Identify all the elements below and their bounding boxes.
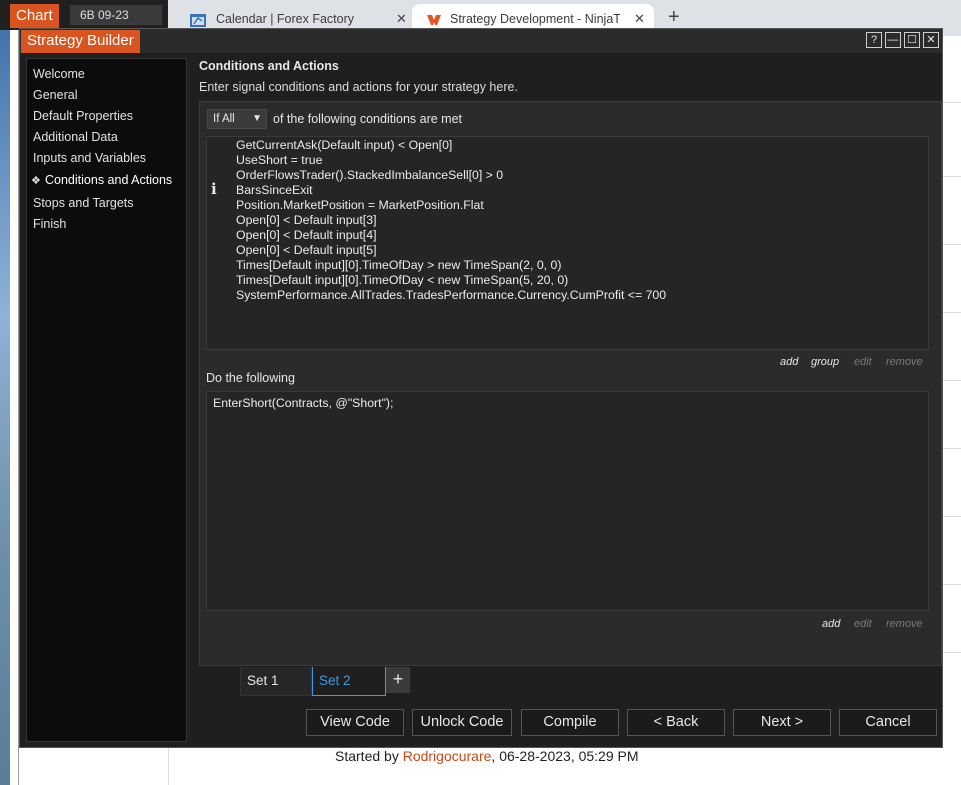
dialog-titlebar[interactable]: Strategy Builder ? — ☐ ✕ <box>20 29 942 53</box>
info-icon: i <box>211 180 217 198</box>
forum-thread-started-by: Started by Rodrigocurare, 06-28-2023, 05… <box>335 748 639 764</box>
remove-condition-link[interactable]: remove <box>886 356 923 368</box>
author-link[interactable]: Rodrigocurare <box>403 748 492 764</box>
started-by-date: , 06-28-2023, 05:29 PM <box>491 748 639 764</box>
condition-match-label: of the following conditions are met <box>273 112 462 126</box>
sidebar-item-stops-and-targets[interactable]: Stops and Targets <box>33 196 134 210</box>
compile-button[interactable]: Compile <box>521 709 619 736</box>
chevron-down-icon: ▼ <box>252 113 262 124</box>
condition-match-value: If All <box>213 113 235 125</box>
ninjatrader-icon <box>427 15 441 25</box>
chart-tab[interactable]: Chart <box>10 4 59 28</box>
condition-item[interactable]: Open[0] < Default input[5] <box>236 243 666 258</box>
sidebar-item-finish[interactable]: Finish <box>33 217 66 231</box>
sidebar-item-conditions-and-actions[interactable]: ❖ Conditions and Actions <box>31 173 172 187</box>
action-actions-row: add edit remove <box>200 618 943 632</box>
minimize-button[interactable]: — <box>885 32 901 48</box>
close-dialog-button[interactable]: ✕ <box>923 32 939 48</box>
desktop-background <box>0 0 10 785</box>
add-set-button[interactable]: + <box>386 667 410 693</box>
dialog-title: Strategy Builder <box>21 30 140 53</box>
calendar-icon <box>190 14 206 27</box>
background-window-edge <box>10 28 19 785</box>
sidebar-item-inputs-and-variables[interactable]: Inputs and Variables <box>33 151 146 165</box>
started-by-prefix: Started by <box>335 748 403 764</box>
condition-item[interactable]: Open[0] < Default input[3] <box>236 213 666 228</box>
unlock-code-button[interactable]: Unlock Code <box>412 709 512 736</box>
tab-set-1[interactable]: Set 1 <box>240 667 312 696</box>
page-description: Enter signal conditions and actions for … <box>199 80 518 94</box>
set-panel: If All ▼ of the following conditions are… <box>199 101 942 666</box>
wizard-sidebar: Welcome General Default Properties Addit… <box>26 58 187 742</box>
edit-action-link[interactable]: edit <box>854 618 872 630</box>
help-button[interactable]: ? <box>866 32 882 48</box>
sidebar-item-label: Conditions and Actions <box>45 173 173 187</box>
conditions-list: GetCurrentAsk(Default input) < Open[0] U… <box>236 138 666 303</box>
current-step-icon: ❖ <box>31 175 41 187</box>
condition-item[interactable]: SystemPerformance.AllTrades.TradesPerfor… <box>236 288 666 303</box>
action-item[interactable]: EnterShort(Contracts, @"Short"); <box>213 396 393 410</box>
back-button[interactable]: < Back <box>627 709 725 736</box>
condition-item[interactable]: OrderFlowsTrader().StackedImbalanceSell[… <box>236 168 666 183</box>
add-condition-link[interactable]: add <box>780 356 798 368</box>
conditions-box[interactable]: i GetCurrentAsk(Default input) < Open[0]… <box>206 136 929 350</box>
cancel-button[interactable]: Cancel <box>839 709 937 736</box>
condition-item[interactable]: Times[Default input][0].TimeOfDay < new … <box>236 273 666 288</box>
tab-set-2[interactable]: Set 2 <box>312 667 386 696</box>
condition-item[interactable]: Times[Default input][0].TimeOfDay > new … <box>236 258 666 273</box>
actions-box[interactable]: EnterShort(Contracts, @"Short"); <box>206 391 929 611</box>
condition-item[interactable]: BarsSinceExit <box>236 183 666 198</box>
condition-match-select[interactable]: If All ▼ <box>207 109 267 129</box>
sidebar-item-welcome[interactable]: Welcome <box>33 67 85 81</box>
main-content: Conditions and Actions Enter signal cond… <box>199 59 942 739</box>
condition-actions-row: add group edit remove <box>200 356 943 370</box>
add-action-link[interactable]: add <box>822 618 840 630</box>
sidebar-item-additional-data[interactable]: Additional Data <box>33 130 118 144</box>
strategy-builder-dialog: Strategy Builder ? — ☐ ✕ Welcome General… <box>19 28 943 748</box>
edit-condition-link[interactable]: edit <box>854 356 872 368</box>
condition-item[interactable]: GetCurrentAsk(Default input) < Open[0] <box>236 138 666 153</box>
view-code-button[interactable]: View Code <box>306 709 404 736</box>
condition-item[interactable]: Position.MarketPosition = MarketPosition… <box>236 198 666 213</box>
maximize-button[interactable]: ☐ <box>904 32 920 48</box>
next-button[interactable]: Next > <box>733 709 831 736</box>
chart-topbar: Chart 6B 09-23 <box>0 0 168 30</box>
do-the-following-label: Do the following <box>206 371 295 385</box>
condition-item[interactable]: UseShort = true <box>236 153 666 168</box>
new-tab-button[interactable]: + <box>668 6 680 29</box>
sidebar-item-default-properties[interactable]: Default Properties <box>33 109 133 123</box>
page-title: Conditions and Actions <box>199 59 339 73</box>
sidebar-item-general[interactable]: General <box>33 88 77 102</box>
condition-item[interactable]: Open[0] < Default input[4] <box>236 228 666 243</box>
chart-instrument-selector[interactable]: 6B 09-23 <box>70 5 162 25</box>
remove-action-link[interactable]: remove <box>886 618 923 630</box>
group-condition-link[interactable]: group <box>811 356 839 368</box>
